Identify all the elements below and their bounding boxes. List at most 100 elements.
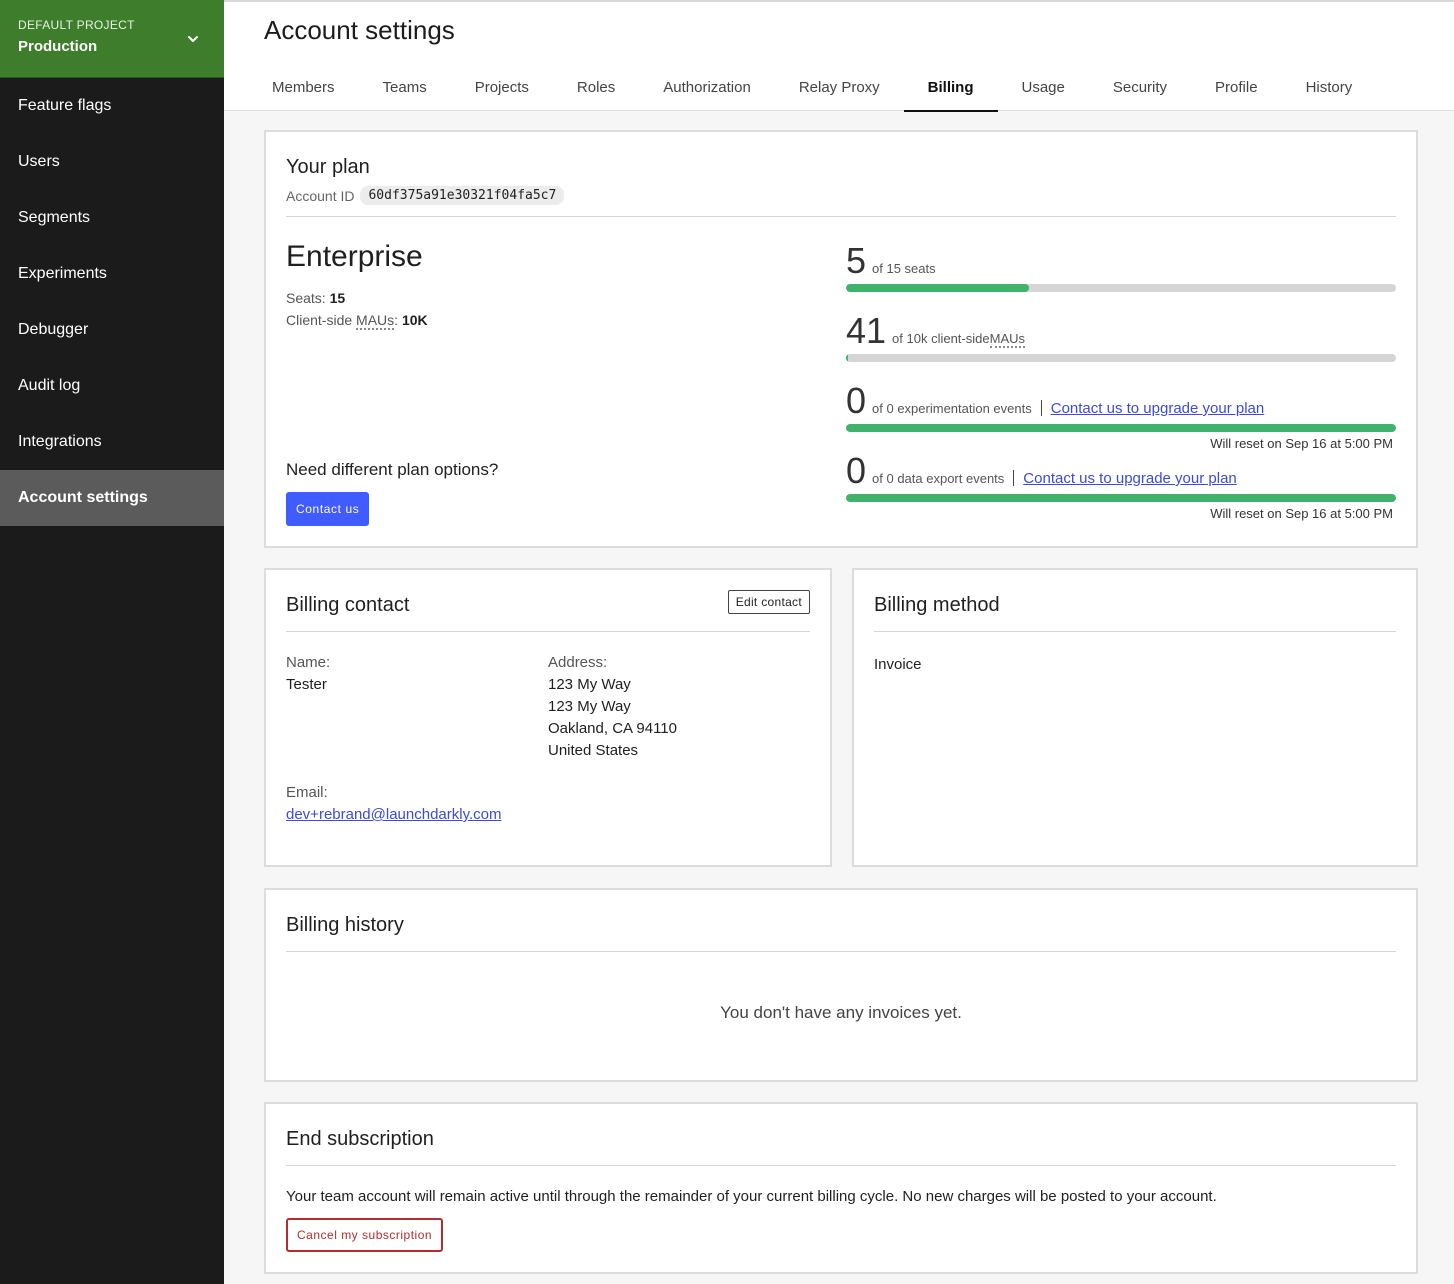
sidebar-item-users[interactable]: Users	[0, 134, 224, 190]
project-name: Production	[18, 38, 98, 55]
usage-progress-bar	[846, 354, 1396, 362]
separator	[1040, 400, 1042, 416]
tab-projects[interactable]: Projects	[451, 62, 553, 112]
sidebar-item-account-settings[interactable]: Account settings	[0, 470, 224, 526]
usage-progress-bar	[846, 494, 1396, 502]
sidebar-item-audit-log[interactable]: Audit log	[0, 358, 224, 414]
tab-history[interactable]: History	[1282, 62, 1377, 112]
edit-contact-button[interactable]: Edit contact	[727, 590, 810, 614]
upgrade-plan-link[interactable]: Contact us to upgrade your plan	[1023, 470, 1236, 487]
sidebar-item-feature-flags[interactable]: Feature flags	[0, 78, 224, 134]
settings-tabs: Members Teams Projects Roles Authorizati…	[248, 62, 1376, 112]
usage-text: of 0 experimentation events	[872, 401, 1032, 416]
billing-contact-card: Billing contact Edit contact Name: Teste…	[264, 568, 832, 867]
usage-progress-fill	[846, 424, 1396, 432]
usage-reset-text: Will reset on Sep 16 at 5:00 PM	[1210, 506, 1393, 521]
usage-seats: 5 of 15 seats	[846, 242, 1396, 292]
main-content: Account settings Members Teams Projects …	[224, 0, 1454, 1284]
account-id-label: Account ID	[286, 187, 355, 204]
plan-name: Enterprise	[286, 240, 423, 273]
sidebar-item-integrations[interactable]: Integrations	[0, 414, 224, 470]
usage-maus: 41 of 10k client-side MAUs	[846, 312, 1396, 362]
divider	[286, 951, 1396, 952]
separator	[1013, 470, 1015, 486]
sidebar-item-debugger[interactable]: Debugger	[0, 302, 224, 358]
seats-label: Seats:	[286, 290, 326, 306]
usage-count: 5	[846, 240, 867, 281]
account-id-value: 60df375a91e30321f04fa5c7	[360, 186, 565, 205]
billing-contact-title: Billing contact	[286, 594, 410, 616]
divider	[286, 1165, 1396, 1166]
tab-teams[interactable]: Teams	[359, 62, 451, 112]
divider	[874, 631, 1396, 632]
upgrade-plan-link[interactable]: Contact us to upgrade your plan	[1051, 400, 1264, 417]
need-plan-options: Need different plan options?	[286, 460, 499, 479]
account-id: Account ID 60df375a91e30321f04fa5c7	[286, 186, 565, 205]
end-subscription-title: End subscription	[286, 1128, 434, 1150]
email-link[interactable]: dev+rebrand@launchdarkly.com	[286, 806, 501, 823]
usage-progress-fill	[846, 354, 849, 362]
contact-us-button[interactable]: Contact us	[286, 492, 370, 526]
sidebar-nav: Feature flags Users Segments Experiments…	[0, 78, 224, 526]
project-label: DEFAULT PROJECT	[18, 18, 135, 32]
end-subscription-card: End subscription Your team account will …	[264, 1102, 1418, 1274]
usage-text-prefix: of 10k client-side	[892, 331, 990, 346]
billing-method-title: Billing method	[874, 594, 1000, 616]
chevron-down-icon	[188, 36, 198, 42]
page-header: Account settings Members Teams Projects …	[224, 0, 1454, 112]
name-value: Tester	[286, 676, 327, 693]
address-label: Address:	[548, 654, 608, 671]
usage-count: 41	[846, 310, 887, 351]
usage-count: 0	[846, 450, 867, 491]
sidebar-item-experiments[interactable]: Experiments	[0, 246, 224, 302]
tab-relay-proxy[interactable]: Relay Proxy	[775, 62, 904, 112]
usage-text: of 15 seats	[872, 261, 936, 276]
end-subscription-text: Your team account will remain active unt…	[286, 1188, 1217, 1205]
usage-head: 0 of 0 data export events Contact us to …	[846, 452, 1396, 490]
seats-value: 15	[329, 290, 346, 306]
plan-maus: Client-side MAUs: 10K	[286, 312, 428, 330]
mau-abbr: MAUs	[356, 312, 395, 330]
tab-billing[interactable]: Billing	[903, 62, 998, 112]
name-label: Name:	[286, 654, 331, 671]
billing-method-card: Billing method Invoice	[852, 568, 1418, 867]
usage-progress-fill	[846, 494, 1396, 502]
divider	[286, 216, 1396, 217]
tab-usage[interactable]: Usage	[998, 62, 1089, 112]
tab-roles[interactable]: Roles	[553, 62, 639, 112]
usage-progress-bar	[846, 424, 1396, 432]
address-line: 123 My Way	[548, 698, 631, 715]
usage-head: 41 of 10k client-side MAUs	[846, 312, 1396, 350]
plan-card-title: Your plan	[286, 156, 370, 178]
usage-data-export: 0 of 0 data export events Contact us to …	[846, 452, 1396, 521]
project-switcher[interactable]: DEFAULT PROJECT Production	[0, 0, 224, 78]
usage-mau-abbr: MAUs	[989, 331, 1025, 348]
mau-label-suffix: :	[394, 312, 399, 328]
usage-text: of 0 data export events	[872, 471, 1005, 486]
billing-method-value: Invoice	[874, 656, 922, 673]
usage-progress-fill	[846, 284, 1030, 292]
usage-head: 0 of 0 experimentation events Contact us…	[846, 382, 1396, 420]
address-line: 123 My Way	[548, 676, 631, 693]
usage-reset-text: Will reset on Sep 16 at 5:00 PM	[1210, 436, 1393, 451]
mau-label-prefix: Client-side	[286, 312, 357, 328]
usage-count: 0	[846, 380, 867, 421]
plan-card: Your plan Account ID 60df375a91e30321f04…	[264, 130, 1418, 548]
cancel-subscription-button[interactable]: Cancel my subscription	[286, 1218, 444, 1252]
tab-security[interactable]: Security	[1089, 62, 1191, 112]
usage-head: 5 of 15 seats	[846, 242, 1396, 280]
tab-profile[interactable]: Profile	[1191, 62, 1282, 112]
sidebar: DEFAULT PROJECT Production Feature flags…	[0, 0, 224, 1284]
page-title: Account settings	[264, 15, 455, 45]
billing-history-card: Billing history You don't have any invoi…	[264, 888, 1418, 1082]
tab-members[interactable]: Members	[248, 62, 359, 112]
tab-authorization[interactable]: Authorization	[639, 62, 775, 112]
mau-value: 10K	[401, 312, 428, 328]
plan-seats: Seats: 15	[286, 290, 345, 306]
address-value: 123 My Way 123 My Way Oakland, CA 94110 …	[548, 674, 677, 762]
address-line: United States	[548, 742, 639, 759]
empty-invoices-text: You don't have any invoices yet.	[720, 1003, 962, 1022]
divider	[286, 631, 810, 632]
email-label: Email:	[286, 784, 328, 801]
sidebar-item-segments[interactable]: Segments	[0, 190, 224, 246]
